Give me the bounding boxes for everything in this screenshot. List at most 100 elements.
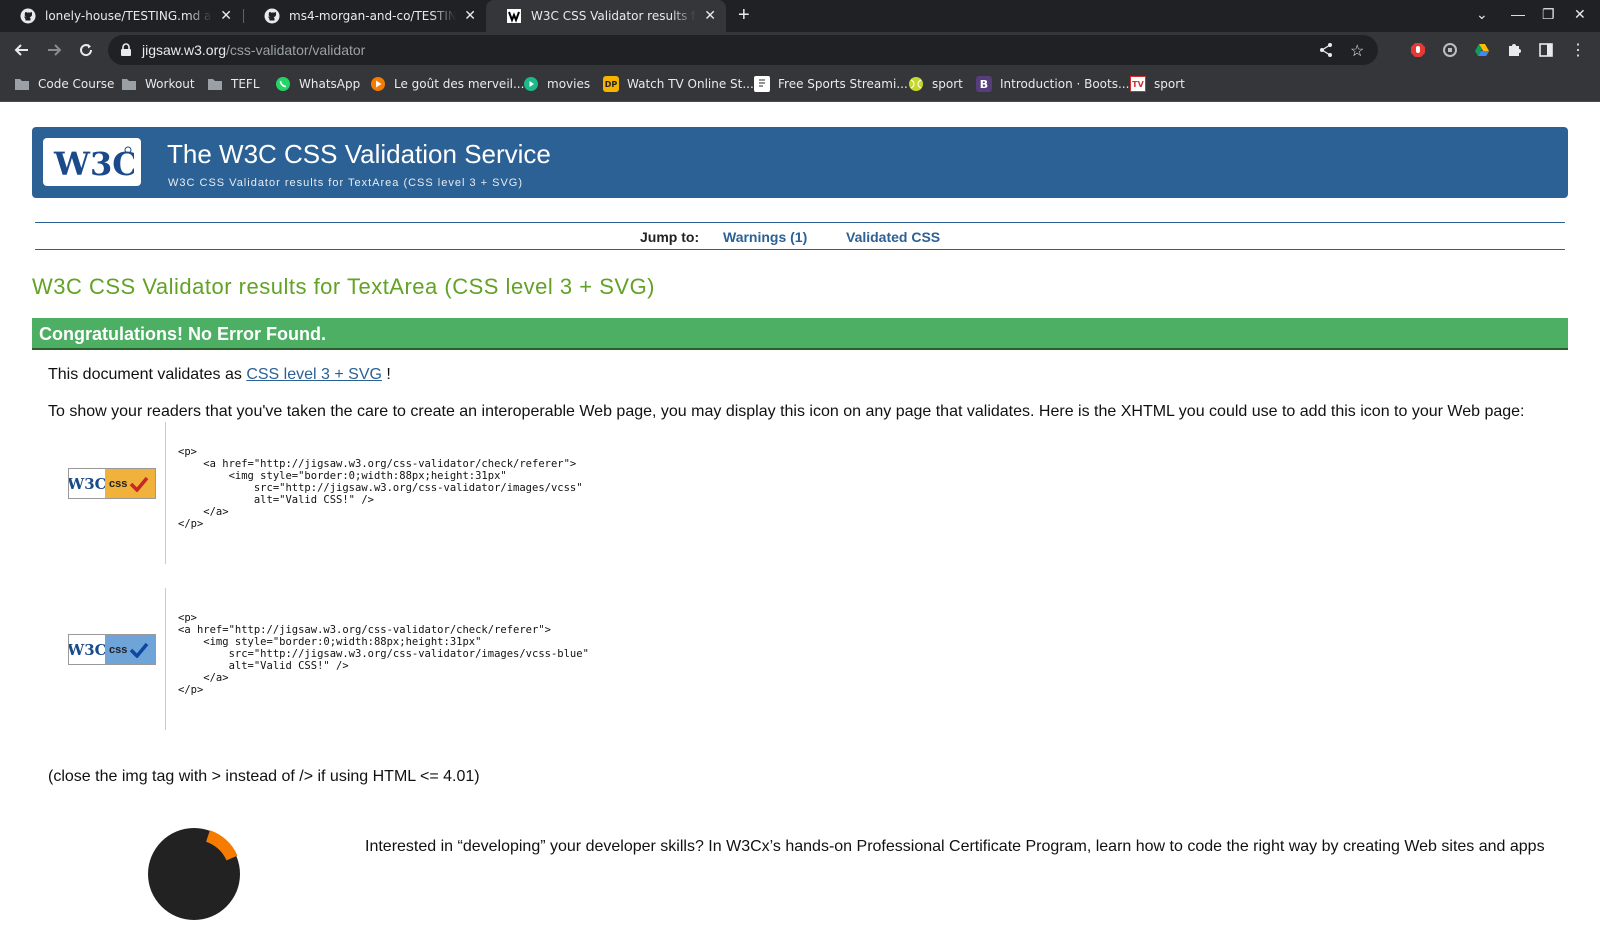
close-window-icon[interactable]: ✕ bbox=[1574, 6, 1586, 23]
adblock-icon[interactable] bbox=[1408, 40, 1428, 60]
address-bar[interactable]: jigsaw.w3.org/css-validator/validator ☆ bbox=[108, 35, 1378, 65]
bookmark-label: Watch TV Online St... bbox=[627, 77, 754, 91]
close-tab-icon[interactable]: ✕ bbox=[220, 8, 232, 24]
dp-icon: DP bbox=[603, 76, 619, 92]
promo-text[interactable]: Interested in “developing” your develope… bbox=[365, 838, 1545, 856]
w3c-logo[interactable]: W3C bbox=[43, 138, 141, 186]
side-panel-icon[interactable] bbox=[1536, 40, 1556, 60]
tv-icon: TV bbox=[1130, 76, 1146, 92]
badge-w3c-text: W3C bbox=[69, 635, 107, 664]
jump-label: Jump to: bbox=[640, 229, 700, 245]
bookmark-code-course[interactable]: Code Course bbox=[14, 76, 114, 92]
code-snippet-gold: <p> <a href="http://jigsaw.w3.org/css-va… bbox=[165, 422, 1565, 564]
close-img-note: (close the img tag with > instead of /> … bbox=[48, 768, 480, 785]
back-icon[interactable] bbox=[12, 40, 32, 60]
jump-navigation: Jump to: Warnings (1) Validated CSS bbox=[35, 222, 1565, 250]
css-level-link[interactable]: CSS level 3 + SVG bbox=[246, 366, 382, 383]
minimize-icon[interactable]: — bbox=[1511, 6, 1525, 22]
bookmark-label: sport bbox=[1154, 77, 1185, 91]
checkmark-icon bbox=[130, 476, 149, 492]
tab-ms4-morgan[interactable]: ms4-morgan-and-co/TESTING.md ✕ bbox=[244, 0, 486, 32]
extension-icon[interactable] bbox=[1440, 40, 1460, 60]
google-drive-icon[interactable] bbox=[1472, 40, 1492, 60]
github-icon bbox=[20, 8, 36, 24]
tab-title: ms4-morgan-and-co/TESTING.md bbox=[289, 9, 457, 23]
congrats-banner: Congratulations! No Error Found. bbox=[32, 318, 1568, 350]
code-snippet-blue: <p> <a href="http://jigsaw.w3.org/css-va… bbox=[165, 588, 1565, 730]
movies-icon bbox=[523, 76, 539, 92]
bookmark-label: Workout bbox=[145, 77, 195, 91]
bookmark-bootstrap[interactable]: B Introduction · Boots... bbox=[976, 76, 1129, 92]
validates-suffix: ! bbox=[386, 366, 391, 383]
extensions-puzzle-icon[interactable] bbox=[1504, 40, 1524, 60]
show-readers-text: To show your readers that you've taken t… bbox=[48, 403, 1525, 420]
validated-css-link[interactable]: Validated CSS bbox=[846, 229, 940, 245]
bookmark-sport-2[interactable]: TV sport bbox=[1130, 76, 1185, 92]
header-banner: W3C The W3C CSS Validation Service W3C C… bbox=[32, 127, 1568, 198]
tab-search-icon[interactable]: ⌄ bbox=[1476, 6, 1488, 23]
bookmark-whatsapp[interactable]: WhatsApp bbox=[275, 76, 360, 92]
w3c-icon bbox=[506, 8, 522, 24]
results-heading: W3C CSS Validator results for TextArea (… bbox=[32, 274, 656, 299]
ball-icon bbox=[908, 76, 924, 92]
badge-css-text: css bbox=[105, 469, 155, 498]
bookmark-star-icon[interactable]: ☆ bbox=[1350, 41, 1364, 61]
tab-lonely-house[interactable]: lonely-house/TESTING.md at main ✕ bbox=[0, 0, 242, 32]
bookmark-label: movies bbox=[547, 77, 591, 91]
page-title: The W3C CSS Validation Service bbox=[167, 139, 551, 169]
bookmark-label: Introduction · Boots... bbox=[1000, 77, 1130, 91]
bookmark-workout[interactable]: Workout bbox=[121, 76, 195, 92]
browser-toolbar: jigsaw.w3.org/css-validator/validator ☆ … bbox=[0, 32, 1600, 68]
forward-icon[interactable] bbox=[44, 40, 64, 60]
bookmark-label: Free Sports Streami... bbox=[778, 77, 908, 91]
bookmark-watch-tv[interactable]: DP Watch TV Online St... bbox=[603, 76, 754, 92]
new-tab-button[interactable]: + bbox=[738, 4, 750, 27]
restore-icon[interactable]: ❐ bbox=[1542, 6, 1555, 23]
share-icon[interactable] bbox=[1318, 42, 1334, 63]
page-icon bbox=[754, 76, 770, 92]
checkmark-icon bbox=[130, 642, 149, 658]
browser-tab-bar: lonely-house/TESTING.md at main ✕ ms4-mo… bbox=[0, 0, 1600, 32]
bookmark-label: sport bbox=[932, 77, 963, 91]
validates-prefix: This document validates as bbox=[48, 366, 242, 383]
bootstrap-icon: B bbox=[976, 76, 992, 92]
bookmark-label: WhatsApp bbox=[299, 77, 361, 91]
tab-w3c-validator[interactable]: W3C CSS Validator results for TextArea ✕ bbox=[486, 0, 726, 32]
warnings-link[interactable]: Warnings (1) bbox=[723, 229, 807, 245]
lock-icon[interactable] bbox=[120, 43, 132, 62]
whatsapp-icon bbox=[275, 76, 291, 92]
code-text: <p> <a href="http://jigsaw.w3.org/css-va… bbox=[178, 612, 589, 696]
badge-css-text: css bbox=[105, 635, 155, 664]
blue-badge-block: W3C css <p> <a href="http://jigsaw.w3.or… bbox=[48, 588, 1568, 730]
folder-icon bbox=[121, 76, 137, 92]
page-subtitle: W3C CSS Validator results for TextArea (… bbox=[168, 177, 524, 189]
bookmark-movies[interactable]: movies bbox=[523, 76, 590, 92]
w3cx-promo-badge[interactable] bbox=[148, 828, 240, 920]
code-text: <p> <a href="http://jigsaw.w3.org/css-va… bbox=[178, 446, 583, 530]
bookmarks-bar: Code Course Workout TEFL WhatsApp Le goû… bbox=[0, 68, 1600, 102]
congrats-text: Congratulations! No Error Found. bbox=[39, 324, 326, 344]
bookmark-le-gout[interactable]: Le goût des merveil... bbox=[370, 76, 524, 92]
folder-icon bbox=[14, 76, 30, 92]
bookmark-tefl[interactable]: TEFL bbox=[207, 76, 260, 92]
badge-w3c-text: W3C bbox=[69, 469, 107, 498]
close-tab-icon[interactable]: ✕ bbox=[704, 8, 716, 24]
bookmark-sport-1[interactable]: sport bbox=[908, 76, 963, 92]
tab-title: W3C CSS Validator results for TextArea bbox=[531, 9, 696, 23]
validates-as-text: This document validates as CSS level 3 +… bbox=[48, 366, 391, 384]
close-tab-icon[interactable]: ✕ bbox=[464, 8, 476, 24]
w3c-logo-text: W3C bbox=[53, 145, 134, 182]
bookmark-label: TEFL bbox=[231, 77, 260, 91]
menu-icon[interactable]: ⋮ bbox=[1568, 40, 1588, 60]
bookmark-label: Le goût des merveil... bbox=[394, 77, 525, 91]
url-host: jigsaw.w3.org bbox=[142, 42, 227, 58]
page-content: W3C The W3C CSS Validation Service W3C C… bbox=[0, 102, 1600, 920]
reload-icon[interactable] bbox=[76, 40, 96, 60]
bookmark-label: Code Course bbox=[38, 77, 115, 91]
valid-css-gold-badge[interactable]: W3C css bbox=[68, 468, 156, 499]
play-icon bbox=[370, 76, 386, 92]
valid-css-blue-badge[interactable]: W3C css bbox=[68, 634, 156, 665]
folder-icon bbox=[207, 76, 223, 92]
bookmark-free-sports[interactable]: Free Sports Streami... bbox=[754, 76, 908, 92]
url-text[interactable]: jigsaw.w3.org/css-validator/validator bbox=[142, 42, 365, 58]
